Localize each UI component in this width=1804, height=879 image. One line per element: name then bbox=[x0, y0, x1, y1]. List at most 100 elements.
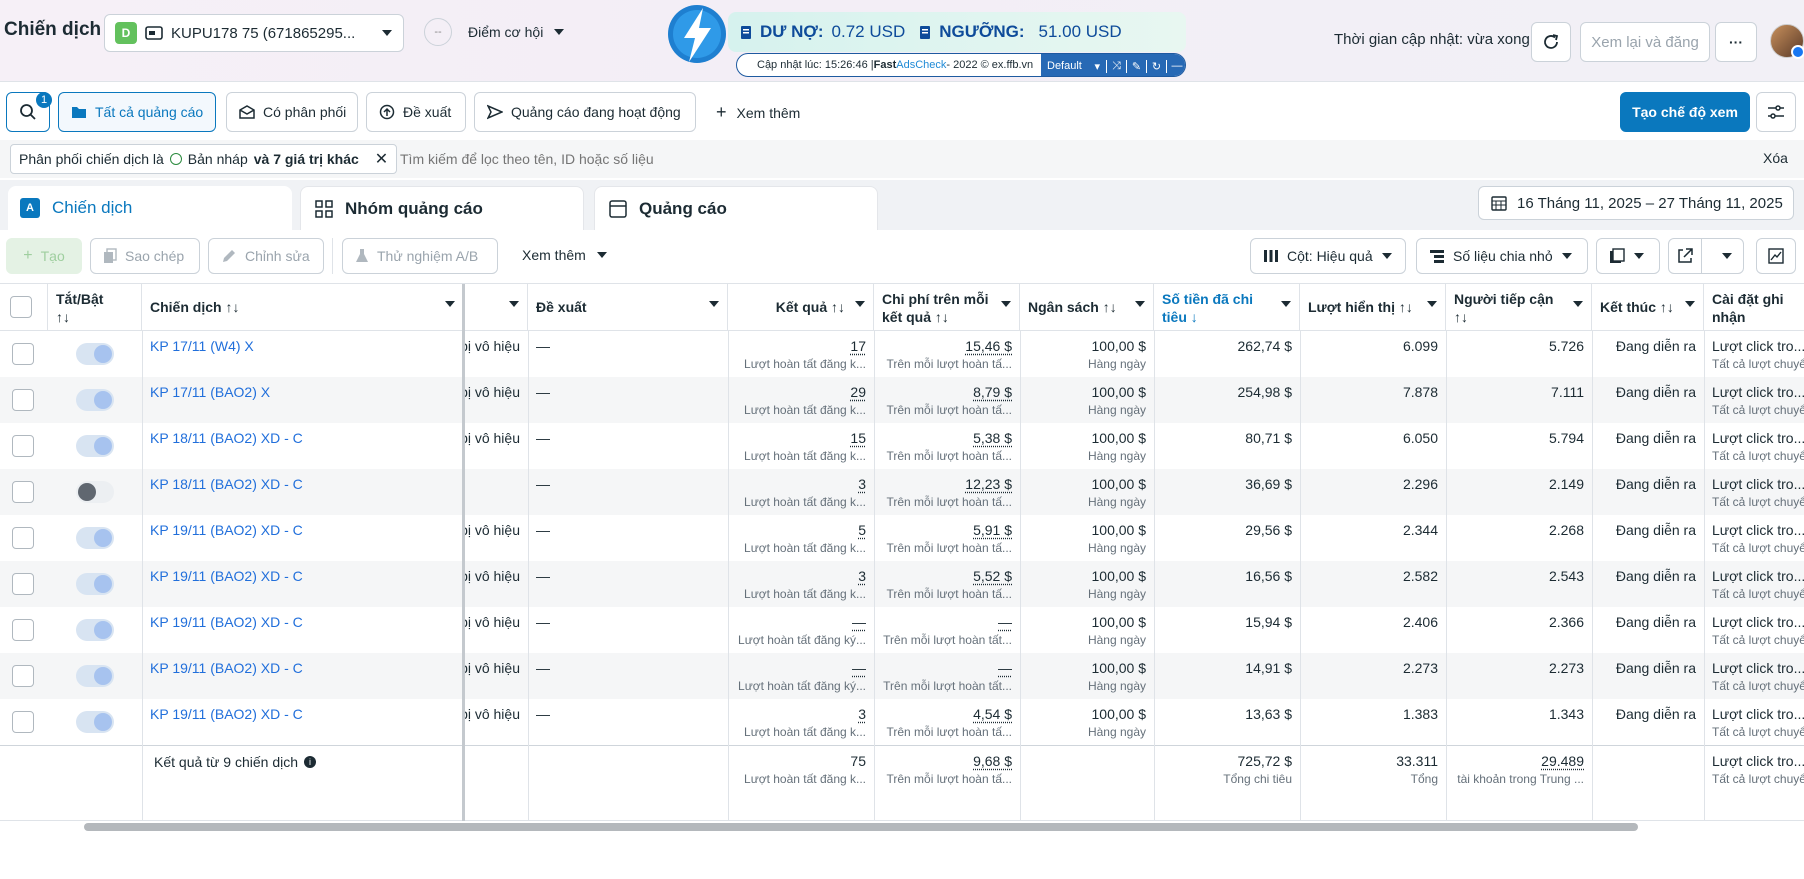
header-impressions[interactable]: Lượt hiển thị ↑↓ bbox=[1300, 284, 1446, 330]
review-publish-button[interactable]: Xem lại và đăng bbox=[1580, 22, 1710, 62]
row-checkbox[interactable] bbox=[12, 343, 34, 365]
ab-test-button[interactable]: Thử nghiệm A/B bbox=[342, 238, 498, 274]
header-campaign[interactable]: Chiến dịch ↑↓ bbox=[142, 284, 464, 330]
reach-cell: 2.149 bbox=[1446, 469, 1592, 515]
filter-chip[interactable]: Phân phối chiến dịch là Bản nháp và 7 gi… bbox=[10, 144, 397, 174]
budget-cell[interactable]: 100,00 $ Hàng ngày bbox=[1020, 331, 1154, 377]
account-selector[interactable]: D KUPU178 75 (671865295... bbox=[104, 14, 404, 52]
avatar[interactable] bbox=[1770, 24, 1804, 58]
more-tabs-button[interactable]: + Xem thêm bbox=[716, 102, 800, 123]
ends-cell: Đang diễn ra bbox=[1592, 377, 1704, 423]
budget-cell[interactable]: 100,00 $ Hàng ngày bbox=[1020, 423, 1154, 469]
campaign-name-link[interactable]: KP 19/11 (BAO2) XD - C bbox=[142, 561, 462, 607]
create-button[interactable]: + Tạo bbox=[6, 238, 82, 274]
tab-has-delivery[interactable]: Có phân phối bbox=[226, 92, 358, 132]
header-budget[interactable]: Ngân sách ↑↓ bbox=[1020, 284, 1154, 330]
charts-button[interactable] bbox=[1756, 238, 1796, 274]
budget-cell[interactable]: 100,00 $ Hàng ngày bbox=[1020, 377, 1154, 423]
tab-active-ads[interactable]: Quảng cáo đang hoạt động bbox=[474, 92, 696, 132]
budget-cell[interactable]: 100,00 $ Hàng ngày bbox=[1020, 515, 1154, 561]
plus-icon: + bbox=[23, 247, 32, 265]
recommendation-cell: — bbox=[528, 515, 728, 561]
campaign-toggle[interactable] bbox=[76, 711, 114, 733]
row-checkbox[interactable] bbox=[12, 435, 34, 457]
settings-button[interactable] bbox=[1756, 92, 1796, 132]
tab-campaigns[interactable]: A Chiến dịch bbox=[8, 186, 292, 230]
header-attribution[interactable]: Cài đặt ghi nhận bbox=[1704, 284, 1804, 330]
edit-button[interactable]: Chỉnh sửa bbox=[208, 238, 324, 274]
reports-button[interactable] bbox=[1596, 238, 1660, 274]
duplicate-button[interactable]: Sao chép bbox=[90, 238, 200, 274]
row-checkbox[interactable] bbox=[12, 573, 34, 595]
row-checkbox[interactable] bbox=[12, 527, 34, 549]
table-row: KP 19/11 (BAO2) XD - Cbị vô hiệu —3 Lượt h… bbox=[0, 699, 1804, 745]
campaign-name-link[interactable]: KP 19/11 (BAO2) XD - C bbox=[142, 699, 462, 745]
breakdown-button[interactable]: Số liệu chia nhỏ bbox=[1416, 238, 1588, 274]
budget-cell[interactable]: 100,00 $ Hàng ngày bbox=[1020, 699, 1154, 745]
refresh-icon[interactable]: ↻ bbox=[1147, 60, 1167, 73]
budget-cell[interactable]: 100,00 $ Hàng ngày bbox=[1020, 469, 1154, 515]
campaign-name-link[interactable]: KP 19/11 (BAO2) XD - C bbox=[142, 653, 462, 699]
header-recommendations[interactable]: Đề xuất bbox=[528, 284, 728, 330]
campaign-name-link[interactable]: KP 17/11 (BAO2) X bbox=[142, 377, 462, 423]
toolbar-more-button[interactable]: Xem thêm bbox=[522, 247, 608, 263]
campaign-toggle[interactable] bbox=[76, 573, 114, 595]
export-button[interactable] bbox=[1668, 238, 1744, 274]
tab-all-ads[interactable]: Tất cả quảng cáo bbox=[58, 92, 216, 132]
tab-adsets[interactable]: Nhóm quảng cáo bbox=[300, 186, 584, 230]
row-checkbox[interactable] bbox=[12, 619, 34, 641]
refresh-button[interactable] bbox=[1531, 22, 1571, 62]
select-all-checkbox[interactable] bbox=[10, 296, 32, 318]
columns-button[interactable]: Cột: Hiệu quả bbox=[1250, 238, 1406, 274]
close-icon[interactable]: ✕ bbox=[375, 149, 388, 169]
column-divider bbox=[1020, 331, 1021, 821]
edit-icon[interactable]: ✎ bbox=[1127, 60, 1147, 73]
budget-cell[interactable]: 100,00 $ Hàng ngày bbox=[1020, 653, 1154, 699]
search-input[interactable] bbox=[400, 146, 1700, 172]
campaign-toggle[interactable] bbox=[76, 665, 114, 687]
copy-icon bbox=[103, 248, 117, 264]
shuffle-icon[interactable]: ⤨ bbox=[1107, 60, 1127, 73]
updated-text: Thời gian cập nhật: vừa xong bbox=[1334, 31, 1530, 48]
tab-ads[interactable]: Quảng cáo bbox=[594, 186, 878, 230]
campaign-name-link[interactable]: KP 19/11 (BAO2) XD - C bbox=[142, 515, 462, 561]
minimize-icon[interactable]: — bbox=[1167, 60, 1186, 72]
header-ends[interactable]: Kết thúc ↑↓ bbox=[1592, 284, 1704, 330]
chevron-down-icon bbox=[381, 29, 393, 37]
amount-spent-cell: 15,94 $ bbox=[1154, 607, 1300, 653]
campaign-toggle[interactable] bbox=[76, 527, 114, 549]
header-delivery[interactable] bbox=[464, 284, 528, 330]
header-cost-per-result[interactable]: Chi phí trên mỗi kết quả ↑↓ bbox=[874, 284, 1020, 330]
create-view-button[interactable]: Tạo chế độ xem bbox=[1620, 92, 1750, 132]
campaign-name-link[interactable]: KP 18/11 (BAO2) XD - C bbox=[142, 423, 462, 469]
campaign-name-link[interactable]: KP 18/11 (BAO2) XD - C bbox=[142, 469, 462, 515]
more-options-button[interactable]: ··· bbox=[1715, 22, 1757, 62]
row-checkbox[interactable] bbox=[12, 481, 34, 503]
campaign-toggle[interactable] bbox=[76, 435, 114, 457]
column-divider bbox=[1704, 331, 1705, 821]
header-reach[interactable]: Người tiếp cận ↑↓ bbox=[1446, 284, 1592, 330]
row-checkbox[interactable] bbox=[12, 389, 34, 411]
info-icon[interactable]: i bbox=[304, 756, 316, 768]
clear-filters-button[interactable]: Xóa bbox=[1763, 150, 1788, 166]
header-amount-spent[interactable]: Số tiền đã chi tiêu ↓ bbox=[1154, 284, 1300, 330]
date-range-picker[interactable]: 16 Tháng 11, 2025 – 27 Tháng 11, 2025 bbox=[1478, 186, 1794, 220]
header-results[interactable]: Kết quả ↑↓ bbox=[728, 284, 874, 330]
budget-cell[interactable]: 100,00 $ Hàng ngày bbox=[1020, 607, 1154, 653]
column-divider bbox=[142, 331, 143, 821]
tab-recommendations[interactable]: Đề xuất bbox=[366, 92, 466, 132]
profile-select[interactable]: Default ▾ bbox=[1041, 60, 1107, 73]
opportunity-score[interactable]: -- Điểm cơ hội bbox=[424, 18, 565, 46]
campaign-toggle[interactable] bbox=[76, 619, 114, 641]
horizontal-scrollbar[interactable] bbox=[84, 823, 1638, 831]
header-toggle[interactable]: Tắt/Bật ↑↓ bbox=[48, 284, 142, 330]
row-checkbox[interactable] bbox=[12, 711, 34, 733]
campaign-toggle[interactable] bbox=[76, 481, 114, 503]
campaign-toggle[interactable] bbox=[76, 389, 114, 411]
campaign-name-link[interactable]: KP 17/11 (W4) X bbox=[142, 331, 462, 377]
row-checkbox[interactable] bbox=[12, 665, 34, 687]
budget-cell[interactable]: 100,00 $ Hàng ngày bbox=[1020, 561, 1154, 607]
campaign-toggle[interactable] bbox=[76, 343, 114, 365]
chevron-down-icon bbox=[1561, 252, 1573, 260]
campaign-name-link[interactable]: KP 19/11 (BAO2) XD - C bbox=[142, 607, 462, 653]
